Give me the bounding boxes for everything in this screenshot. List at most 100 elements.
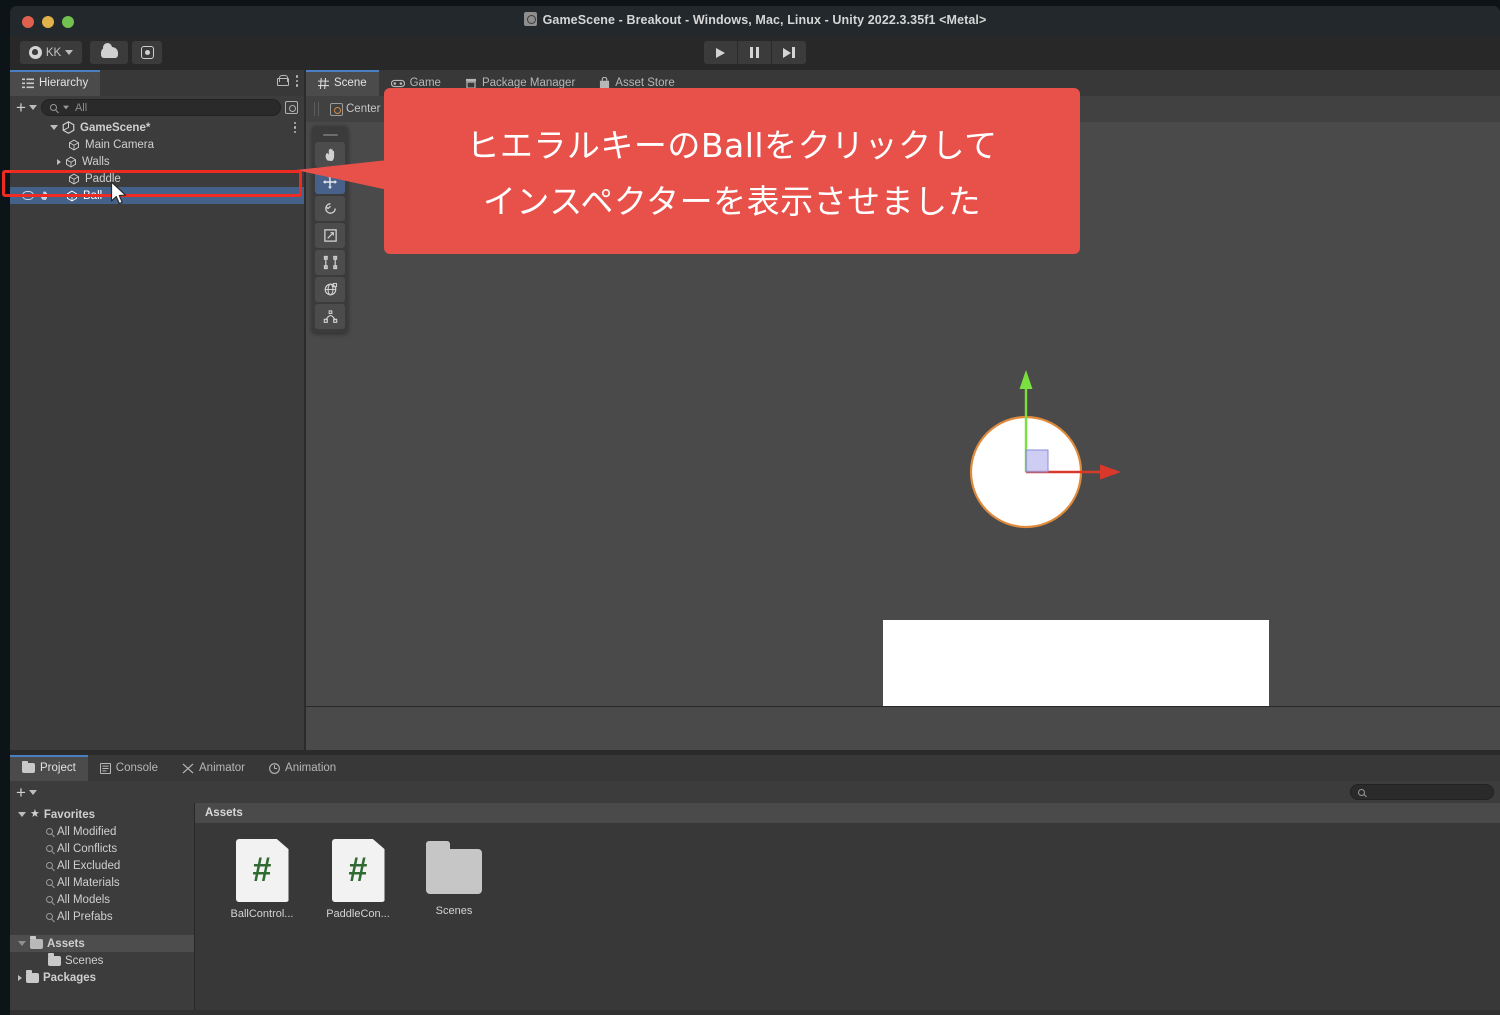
hierarchy-search-input[interactable]: All <box>40 99 281 116</box>
tab-animator[interactable]: Animator <box>170 755 258 781</box>
hierarchy-row-gamescene[interactable]: GameScene* <box>10 119 304 136</box>
search-icon <box>46 845 53 852</box>
gizmo-x-arrow[interactable] <box>1100 464 1121 480</box>
project-row-all-prefabs[interactable]: All Prefabs <box>10 908 194 925</box>
asset-item-scenes-folder[interactable]: Scenes <box>415 839 493 920</box>
ball-and-gizmo <box>969 370 1121 529</box>
palette-grip[interactable] <box>315 130 345 140</box>
csharp-hash-glyph: # <box>252 851 272 889</box>
hierarchy-row-walls[interactable]: Walls <box>10 153 304 170</box>
asset-item-paddlecontroller[interactable]: # PaddleCon... <box>319 839 397 920</box>
chevron-down-icon <box>28 105 37 110</box>
play-icon <box>716 47 725 58</box>
gameobject-cube-icon <box>66 156 76 167</box>
project-row-packages[interactable]: Packages <box>10 969 194 986</box>
settings-button[interactable] <box>132 41 162 64</box>
screenshot-root: GameScene - Breakout - Windows, Mac, Lin… <box>0 0 1500 1015</box>
window-title: GameScene - Breakout - Windows, Mac, Lin… <box>10 12 1500 27</box>
project-body: ★ Favorites All Modified All Conflicts A… <box>10 803 1500 1015</box>
cloud-icon <box>100 43 118 58</box>
annotation-line-2: インスペクターを表示させました <box>482 182 982 221</box>
playback-controls <box>704 41 806 64</box>
create-object-button[interactable]: + <box>16 98 37 117</box>
unity-main-toolbar: KK <box>10 36 1500 70</box>
search-icon <box>49 104 57 111</box>
visibility-eye-icon[interactable] <box>22 191 34 200</box>
kebab-menu-icon[interactable] <box>293 121 296 134</box>
search-filter-chevron-icon <box>62 105 69 110</box>
transform-tool-button[interactable] <box>315 277 345 302</box>
chevron-right-icon[interactable] <box>18 974 22 981</box>
project-row-scenes[interactable]: Scenes <box>10 952 194 969</box>
gameobject-cube-icon <box>69 173 79 184</box>
project-row-label: All Conflicts <box>57 842 118 855</box>
project-content-breadcrumb: Assets <box>195 803 1500 823</box>
play-button[interactable] <box>704 41 738 64</box>
scene-lower-strip <box>306 707 1500 750</box>
project-row-all-models[interactable]: All Models <box>10 891 194 908</box>
account-button[interactable]: KK <box>20 41 82 64</box>
project-row-label: All Modified <box>57 825 117 838</box>
cloud-button[interactable] <box>90 41 128 64</box>
project-create-button[interactable]: + <box>16 782 37 802</box>
toolbar-grip[interactable] <box>314 102 319 116</box>
paddle-rect[interactable] <box>883 620 1269 714</box>
project-row-all-materials[interactable]: All Materials <box>10 874 194 891</box>
animation-clock-icon <box>269 762 280 774</box>
chevron-down-icon[interactable] <box>50 125 58 130</box>
chevron-down-icon[interactable] <box>18 941 26 946</box>
scale-tool-button[interactable] <box>315 223 345 248</box>
project-row-assets[interactable]: Assets <box>10 935 194 952</box>
step-button[interactable] <box>772 41 806 64</box>
lock-icon[interactable] <box>276 75 289 87</box>
tab-scene-label: Scene <box>334 77 367 89</box>
project-row-favorites[interactable]: ★ Favorites <box>10 806 194 823</box>
project-content-area: Assets # BallControl... # PaddleCon... S… <box>195 803 1500 1015</box>
chevron-down-icon <box>65 50 74 55</box>
project-row-all-conflicts[interactable]: All Conflicts <box>10 840 194 857</box>
hierarchy-panel: Hierarchy + All GameScene* Main Camera W… <box>10 70 304 750</box>
custom-tool-icon <box>323 310 337 323</box>
hierarchy-row-paddle[interactable]: Paddle <box>10 170 304 187</box>
hierarchy-row-main-camera[interactable]: Main Camera <box>10 136 304 153</box>
project-row-all-excluded[interactable]: All Excluded <box>10 857 194 874</box>
search-icon <box>46 913 53 920</box>
gizmo-y-arrow[interactable] <box>1019 370 1033 389</box>
console-icon <box>99 762 111 774</box>
tab-hierarchy[interactable]: Hierarchy <box>10 70 101 96</box>
callout-tail <box>296 160 388 190</box>
unity-scene-icon <box>62 121 75 134</box>
annotation-line-1: ヒエラルキーのBallをクリックして <box>466 126 998 165</box>
grid-icon <box>318 77 329 89</box>
project-tree: ★ Favorites All Modified All Conflicts A… <box>10 803 195 1015</box>
project-row-all-modified[interactable]: All Modified <box>10 823 194 840</box>
pivot-mode-button[interactable]: Center <box>325 100 386 118</box>
asset-item-ballcontroller[interactable]: # BallControl... <box>223 839 301 920</box>
asset-label: BallControl... <box>230 908 294 920</box>
tab-console[interactable]: Console <box>87 755 170 781</box>
chevron-down-icon[interactable] <box>18 812 26 817</box>
project-search-input[interactable] <box>1350 784 1494 800</box>
animator-icon <box>182 762 194 774</box>
plus-icon: + <box>16 98 26 117</box>
pause-button[interactable] <box>738 41 772 64</box>
plus-icon: + <box>16 782 26 802</box>
gizmo-xy-plane-handle[interactable] <box>1025 449 1049 473</box>
account-label: KK <box>45 46 62 59</box>
unity-app-icon <box>523 12 537 26</box>
tab-project[interactable]: Project <box>10 755 88 781</box>
rotate-tool-button[interactable] <box>315 196 345 221</box>
search-icon <box>46 862 53 869</box>
hierarchy-toolbar: + All <box>10 96 304 119</box>
custom-tool-button[interactable] <box>315 304 345 329</box>
rect-tool-button[interactable] <box>315 250 345 275</box>
chevron-right-icon[interactable] <box>57 158 61 165</box>
search-icon <box>46 896 53 903</box>
scene-vis-icon[interactable] <box>285 101 298 114</box>
kebab-menu-icon[interactable] <box>295 75 298 87</box>
tab-animation[interactable]: Animation <box>257 755 349 781</box>
hierarchy-row-ball[interactable]: Ball <box>10 187 304 204</box>
rotate-tool-icon <box>324 203 336 214</box>
pickability-hand-icon[interactable] <box>39 190 50 201</box>
tab-scene[interactable]: Scene <box>306 70 379 96</box>
